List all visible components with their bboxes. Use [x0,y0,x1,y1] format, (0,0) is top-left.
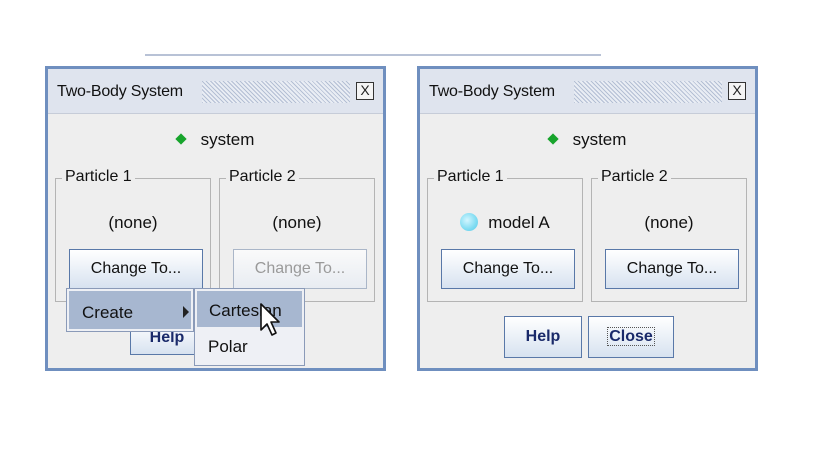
change-to-popup-menu: Create [66,288,194,332]
particle-2-value: (none) [644,213,694,232]
separator-line [145,54,601,56]
particle-2-group: Particle 2 (none) Change To... [219,168,375,302]
particle-2-legend: Particle 2 [226,168,299,186]
particle-1-value-label: model A [488,213,550,232]
menu-item-create[interactable]: Create [69,291,191,329]
green-diamond-icon [546,133,559,145]
submenu-item-cartesian[interactable]: Cartesian [197,291,302,327]
particle-2-change-to-button[interactable]: Change To... [605,249,739,289]
particle-2-group: Particle 2 (none) Change To... [591,168,747,302]
dialog-title: Two-Body System [429,83,555,100]
title-bar-grip [202,81,350,103]
title-bar-grip [574,81,722,103]
submenu-item-polar[interactable]: Polar [208,337,248,357]
cyan-sphere-icon [460,213,479,231]
particle-2-change-to-button: Change To... [233,249,367,289]
particle-2-legend: Particle 2 [598,168,671,186]
close-icon[interactable]: X [728,82,746,100]
create-submenu: Cartesian Polar [194,288,305,366]
arrow-cursor-icon [260,303,280,336]
particle-1-change-to-button[interactable]: Change To... [441,249,575,289]
two-body-dialog-right: Two-Body System X system Particle 1 mode… [417,66,758,371]
particle-1-group: Particle 1 model A Change To... [427,168,583,302]
particle-1-value: model A [428,213,582,233]
particle-1-value: (none) [108,213,158,232]
close-icon[interactable]: X [356,82,374,100]
close-button-label: Close [607,327,655,346]
triangle-right-icon [183,306,189,318]
particle-1-change-to-button[interactable]: Change To... [69,249,203,289]
system-node: system [48,130,383,150]
system-node: system [420,130,755,150]
system-label: system [572,130,627,149]
particle-2-value: (none) [272,213,322,232]
particle-1-legend: Particle 1 [434,168,507,186]
close-button[interactable]: Close [588,316,674,358]
title-bar[interactable]: Two-Body System X [420,69,755,114]
menu-item-create-label: Create [82,303,134,322]
particle-1-legend: Particle 1 [62,168,135,186]
title-bar[interactable]: Two-Body System X [48,69,383,114]
particle-1-group: Particle 1 (none) Change To... [55,168,211,302]
dialog-title: Two-Body System [57,83,183,100]
system-label: system [200,130,255,149]
help-button[interactable]: Help [504,316,582,358]
green-diamond-icon [174,133,187,145]
